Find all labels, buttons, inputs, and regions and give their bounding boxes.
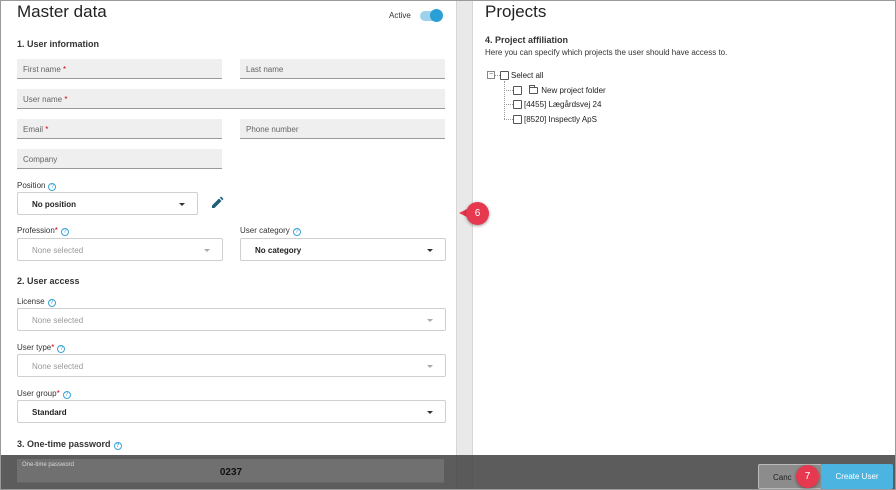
required-mark: * bbox=[45, 125, 49, 134]
toggle-knob bbox=[430, 9, 443, 22]
tree-row-project[interactable]: [8520] Inspectly ApS bbox=[513, 115, 597, 126]
license-value: None selected bbox=[32, 316, 84, 325]
tree-row-project[interactable]: [4455] Lægårdsvej 24 bbox=[513, 100, 601, 111]
chevron-down-icon bbox=[427, 319, 433, 322]
master-data-panel: Master data Active 1. User information F… bbox=[2, 1, 456, 489]
user-type-value: None selected bbox=[32, 362, 84, 371]
callout-7: 7 bbox=[796, 465, 819, 488]
projects-title: Projects bbox=[485, 2, 547, 21]
user-category-label: User category? bbox=[240, 226, 301, 236]
profession-label-text: Profession bbox=[17, 226, 55, 235]
select-all-checkbox[interactable] bbox=[500, 71, 509, 80]
tree-connector bbox=[504, 81, 505, 119]
company-field[interactable]: Company bbox=[17, 149, 222, 169]
callout-6: 6 bbox=[459, 202, 489, 225]
tree-row-project[interactable]: New project folder bbox=[513, 85, 606, 97]
position-label: Position? bbox=[17, 181, 57, 191]
project-checkbox[interactable] bbox=[513, 115, 522, 124]
tree-connector bbox=[504, 104, 513, 105]
user-group-label-text: User group bbox=[17, 389, 57, 398]
window: Master data Active 1. User information F… bbox=[0, 0, 896, 490]
user-group-label: User group*? bbox=[17, 389, 71, 399]
tree-connector bbox=[504, 90, 513, 91]
collapse-icon[interactable]: − bbox=[487, 71, 495, 79]
user-category-select[interactable]: No category bbox=[240, 238, 446, 261]
first-name-field[interactable]: First name * bbox=[17, 59, 222, 79]
position-label-text: Position bbox=[17, 181, 46, 190]
chevron-down-icon bbox=[204, 249, 210, 252]
callout-number: 6 bbox=[466, 202, 489, 225]
active-label: Active bbox=[389, 11, 411, 20]
help-icon[interactable]: ? bbox=[292, 228, 301, 236]
first-name-placeholder: First name bbox=[23, 65, 61, 74]
cancel-label: Canc bbox=[773, 473, 792, 482]
phone-placeholder: Phone number bbox=[246, 125, 299, 134]
tree-connector bbox=[504, 119, 513, 120]
license-label-text: License bbox=[17, 297, 45, 306]
tree-row-select-all[interactable]: Select all bbox=[500, 71, 543, 82]
project-affiliation-description: Here you can specify which projects the … bbox=[485, 48, 728, 57]
active-toggle[interactable] bbox=[420, 9, 443, 22]
user-category-value: No category bbox=[255, 246, 302, 255]
callout-number: 7 bbox=[796, 465, 819, 488]
required-mark: * bbox=[56, 389, 60, 398]
help-icon[interactable]: ? bbox=[57, 345, 66, 353]
required-mark: * bbox=[63, 65, 67, 74]
chevron-down-icon bbox=[427, 411, 433, 414]
section-project-affiliation: 4. Project affiliation bbox=[485, 35, 569, 45]
help-icon[interactable]: ? bbox=[60, 228, 69, 236]
section-one-time-password: 3. One-time password? bbox=[17, 439, 122, 450]
help-icon[interactable]: ? bbox=[48, 183, 57, 191]
required-mark: * bbox=[64, 95, 68, 104]
project-checkbox[interactable] bbox=[513, 86, 522, 95]
user-type-select[interactable]: None selected bbox=[17, 354, 446, 377]
section-user-information: 1. User information bbox=[17, 39, 100, 49]
user-type-label-text: User type bbox=[17, 343, 52, 352]
company-placeholder: Company bbox=[23, 155, 58, 164]
user-name-field[interactable]: User name * bbox=[17, 89, 445, 109]
panel-divider[interactable] bbox=[456, 1, 473, 489]
help-icon[interactable]: ? bbox=[62, 391, 71, 399]
license-select[interactable]: None selected bbox=[17, 308, 446, 331]
panel-title: Master data bbox=[17, 2, 107, 21]
project-label: New project folder bbox=[541, 86, 606, 95]
user-group-value: Standard bbox=[32, 408, 67, 417]
chevron-down-icon bbox=[427, 365, 433, 368]
profession-label: Profession*? bbox=[17, 226, 69, 236]
email-field[interactable]: Email * bbox=[17, 119, 222, 139]
pencil-icon[interactable] bbox=[210, 196, 224, 210]
position-select[interactable]: No position bbox=[17, 192, 198, 215]
profession-value: None selected bbox=[32, 246, 84, 255]
project-label: [4455] Lægårdsvej 24 bbox=[524, 100, 602, 109]
projects-panel: Projects 4. Project affiliation Here you… bbox=[473, 1, 895, 489]
required-mark: * bbox=[54, 226, 58, 235]
section-one-time-password-text: 3. One-time password bbox=[17, 439, 111, 449]
position-value: No position bbox=[32, 200, 76, 209]
required-mark: * bbox=[51, 343, 55, 352]
project-label: [8520] Inspectly ApS bbox=[524, 115, 597, 124]
user-type-label: User type*? bbox=[17, 343, 66, 353]
chevron-down-icon bbox=[427, 249, 433, 252]
section-user-access: 2. User access bbox=[17, 276, 80, 286]
one-time-password-label: One-time password bbox=[22, 462, 75, 468]
license-label: License? bbox=[17, 297, 56, 307]
project-checkbox[interactable] bbox=[513, 100, 522, 109]
email-placeholder: Email bbox=[23, 125, 44, 134]
one-time-password-value: 0237 bbox=[219, 467, 243, 478]
chevron-down-icon bbox=[179, 203, 185, 206]
user-group-select[interactable]: Standard bbox=[17, 400, 446, 423]
select-all-label: Select all bbox=[511, 71, 544, 80]
user-name-placeholder: User name bbox=[23, 95, 63, 104]
last-name-placeholder: Last name bbox=[246, 65, 284, 74]
last-name-field[interactable]: Last name bbox=[240, 59, 445, 79]
phone-number-field[interactable]: Phone number bbox=[240, 119, 445, 139]
help-icon[interactable]: ? bbox=[113, 442, 122, 450]
help-icon[interactable]: ? bbox=[47, 299, 56, 307]
profession-select[interactable]: None selected bbox=[17, 238, 223, 261]
folder-icon bbox=[529, 85, 539, 94]
user-category-label-text: User category bbox=[240, 226, 290, 235]
create-user-button[interactable]: Create User bbox=[821, 464, 893, 489]
